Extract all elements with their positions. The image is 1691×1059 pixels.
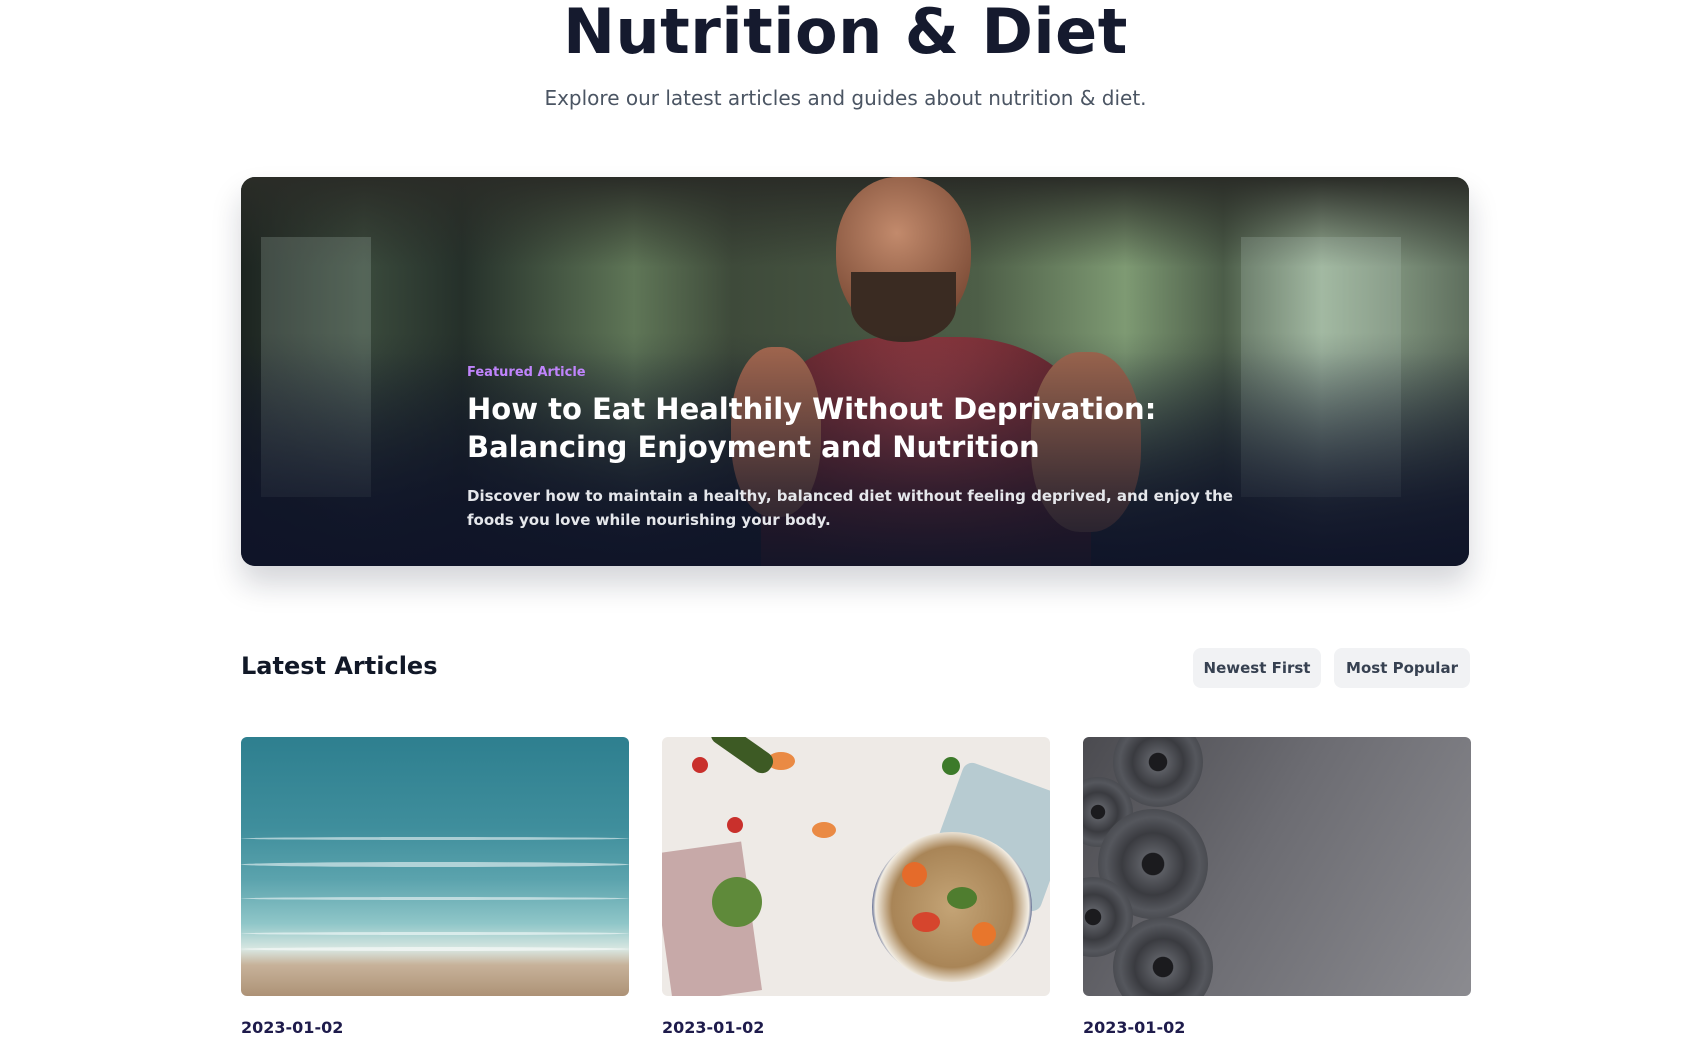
- latest-articles-heading: Latest Articles: [241, 652, 438, 680]
- article-date: 2023-01-02: [1083, 1018, 1186, 1037]
- article-date: 2023-01-02: [241, 1018, 344, 1037]
- sort-popular-button[interactable]: Most Popular: [1334, 648, 1470, 688]
- featured-article-card[interactable]: Featured Article How to Eat Healthily Wi…: [241, 177, 1469, 566]
- page-subtitle: Explore our latest articles and guides a…: [544, 86, 1147, 110]
- featured-article-tag: Featured Article: [467, 365, 586, 380]
- ocean-waves-image[interactable]: [241, 737, 629, 996]
- article-card[interactable]: 2023-01-02: [1083, 737, 1471, 1037]
- article-card[interactable]: 2023-01-02: [241, 737, 629, 1037]
- featured-article-description: Discover how to maintain a healthy, bala…: [467, 487, 1233, 529]
- article-date: 2023-01-02: [662, 1018, 765, 1037]
- featured-article-content: Featured Article How to Eat Healthily Wi…: [467, 365, 1247, 532]
- article-card[interactable]: 2023-01-02: [662, 737, 1050, 1037]
- weight-plates-image[interactable]: [1083, 737, 1471, 996]
- featured-article-title[interactable]: How to Eat Healthily Without Deprivation…: [467, 390, 1247, 466]
- healthy-food-bowl-image[interactable]: [662, 737, 1050, 996]
- page-title: Nutrition & Diet: [563, 0, 1128, 68]
- sort-newest-button[interactable]: Newest First: [1193, 648, 1321, 688]
